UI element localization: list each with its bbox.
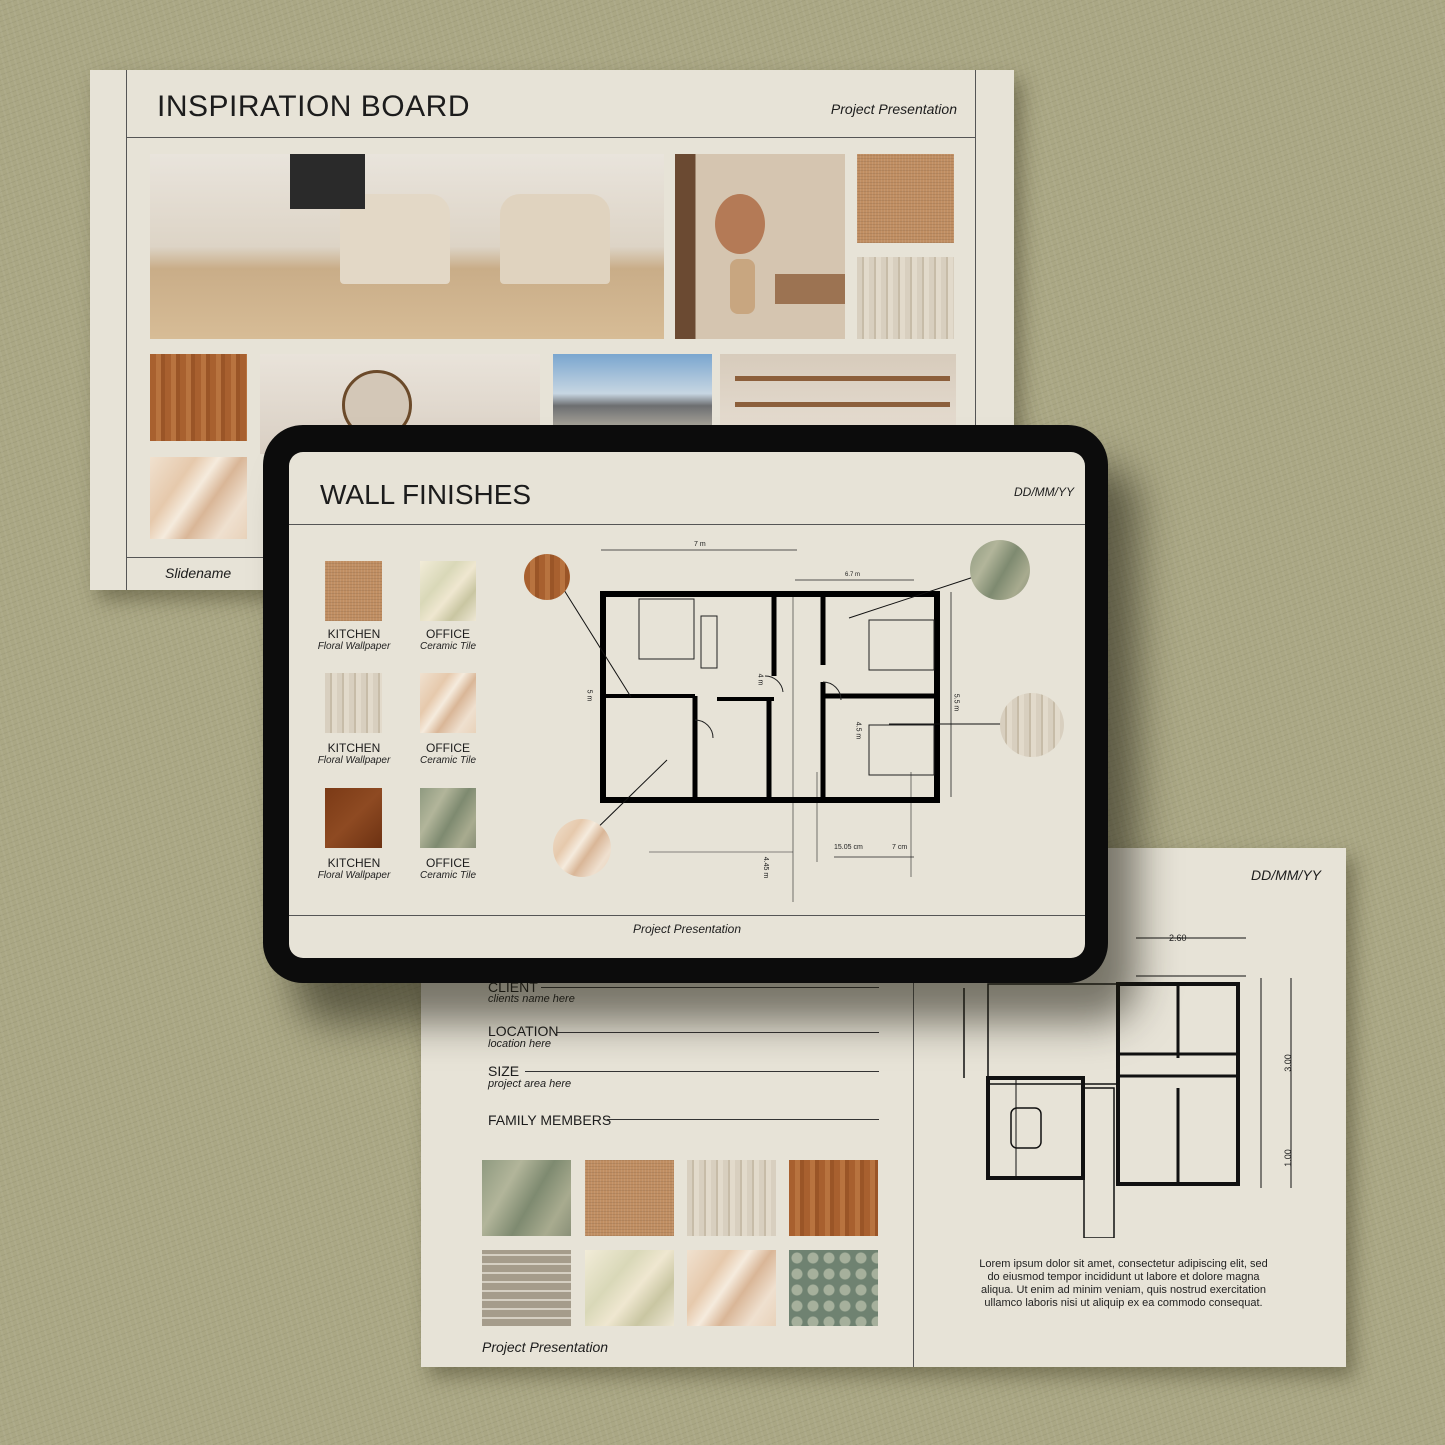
field-value-client: clients name here: [488, 993, 575, 1005]
green-marble-sample-circle: [970, 540, 1030, 600]
slide-title: WALL FINISHES: [320, 479, 532, 510]
slide-subtitle: Project Presentation: [830, 101, 957, 117]
dim-b1: 15.05 cm: [834, 844, 863, 851]
dim-b2: 7 cm: [892, 844, 908, 851]
shelves-photo: [720, 354, 956, 426]
slide-footer: Project Presentation: [632, 922, 742, 936]
divider: [126, 137, 975, 138]
swatch-finish: Ceramic Tile: [419, 641, 477, 652]
field-value-size: project area here: [488, 1078, 572, 1090]
swatch-brick: [482, 1250, 571, 1326]
dim-room: 4.5 m: [854, 721, 862, 740]
dim-right-top: 6.7 m: [845, 572, 861, 578]
field-label-location: LOCATION: [488, 1023, 559, 1039]
field-label-family-members: FAMILY MEMBERS: [488, 1112, 612, 1128]
swatch-wood: [789, 1160, 878, 1236]
view-photo: [553, 354, 712, 426]
dim-left: 5 m: [585, 689, 593, 702]
swatch-green-marble: [420, 788, 476, 848]
dim-bottom: 4.45 m: [762, 856, 770, 879]
burlap-texture: [857, 154, 954, 243]
wood-texture: [150, 354, 247, 441]
swatch-room: KITCHEN: [327, 627, 381, 641]
swatch-pale-wood: [687, 1160, 776, 1236]
marble-texture: [150, 457, 247, 539]
project-description: Lorem ipsum dolor sit amet, consectetur …: [979, 1258, 1268, 1309]
field-value-location: location here: [488, 1038, 551, 1050]
swatch-room: OFFICE: [426, 856, 470, 870]
swatch-finish: Ceramic Tile: [419, 870, 477, 881]
slide-footer: Project Presentation: [482, 1339, 609, 1355]
swatch-burlap: [585, 1160, 674, 1236]
tablet-frame: WALL FINISHES DD/MM/YY Project Presentat…: [263, 425, 1108, 983]
swatch-marble: [687, 1250, 776, 1326]
swatch-room: KITCHEN: [327, 741, 381, 755]
swatch-finish: Floral Wallpaper: [317, 755, 391, 766]
divider: [126, 70, 127, 590]
dim-right-1: 3.00: [1282, 1054, 1293, 1072]
slide-title: INSPIRATION BOARD: [157, 90, 470, 123]
swatch-room: KITCHEN: [327, 856, 381, 870]
swatch-green-marble: [482, 1160, 571, 1236]
swatch-room: OFFICE: [426, 741, 470, 755]
dim-top: 7 m: [694, 541, 706, 548]
dim-top: 2.60: [1169, 933, 1187, 943]
dining-room-photo: [150, 154, 664, 339]
slide-date: DD/MM/YY: [1014, 485, 1074, 499]
dim-mid: 4 m: [756, 673, 764, 686]
swatch-burlap: [325, 561, 382, 621]
marble-sample-circle: [553, 819, 611, 877]
slide-date: DD/MM/YY: [1251, 867, 1321, 883]
slide-footer: Slidename: [165, 565, 232, 581]
divider: [913, 978, 914, 1367]
swatch-marble: [420, 673, 476, 733]
dim-right: 5.5 m: [952, 693, 960, 712]
wood-sample-circle: [524, 554, 570, 600]
swatch-damask: [789, 1250, 878, 1326]
hallway-photo: [675, 154, 845, 339]
pale-wood-sample-circle: [1000, 693, 1064, 757]
field-label-size: SIZE: [488, 1063, 520, 1079]
swatch-room: OFFICE: [426, 627, 470, 641]
pale-wood-texture: [857, 257, 954, 339]
tablet-screen: WALL FINISHES DD/MM/YY Project Presentat…: [289, 452, 1085, 958]
swatch-onyx: [585, 1250, 674, 1326]
swatch-finish: Floral Wallpaper: [317, 870, 391, 881]
swatch-finish: Floral Wallpaper: [317, 641, 391, 652]
swatch-brown: [325, 788, 382, 848]
swatch-pale-wood: [325, 673, 382, 733]
dim-right-2: 1.00: [1282, 1149, 1293, 1167]
swatch-onyx: [420, 561, 476, 621]
swatch-finish: Ceramic Tile: [419, 755, 477, 766]
